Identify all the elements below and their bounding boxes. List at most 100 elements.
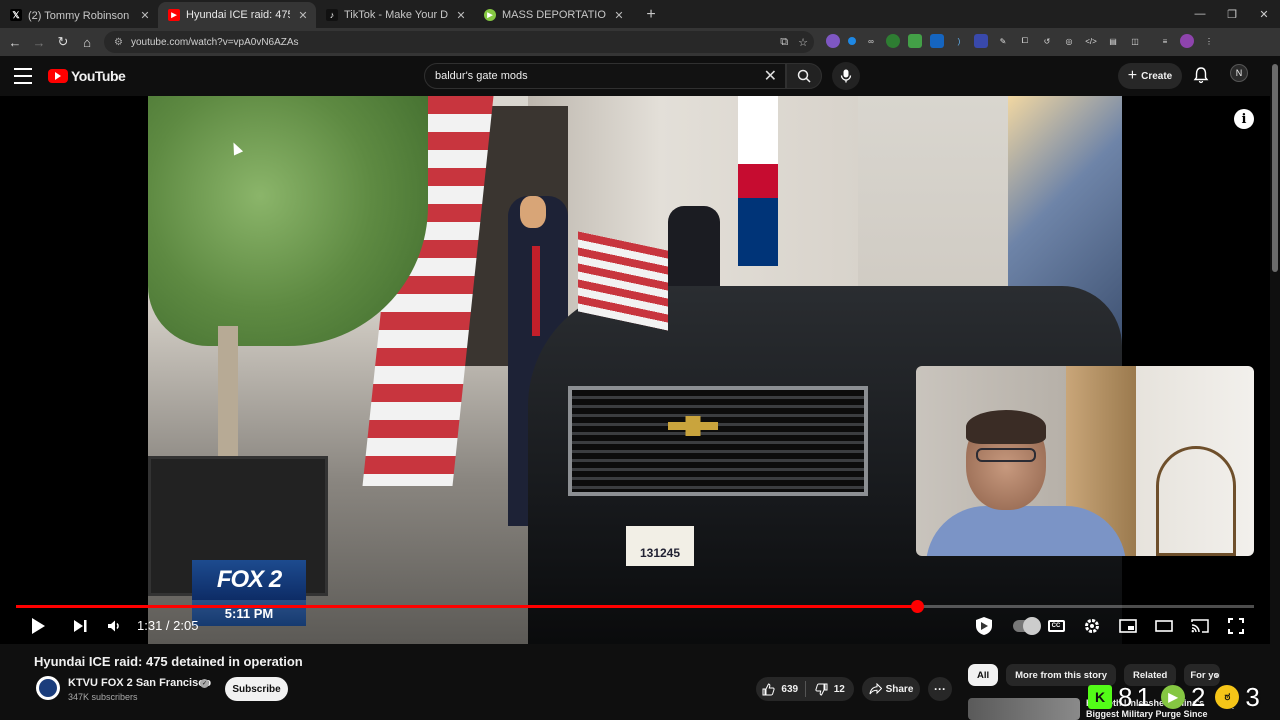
next-icon [74,620,87,632]
player-controls: 1:31 / 2:05 CC [0,610,1270,644]
new-tab-button[interactable]: + [640,4,662,26]
info-icon[interactable]: i [1234,109,1254,129]
extension-icon[interactable] [886,34,900,48]
extension-icon[interactable] [930,34,944,48]
menu-dots-icon[interactable]: ⋮ [1202,34,1216,48]
progress-fill [16,605,918,608]
minimize-icon[interactable]: — [1184,0,1216,28]
reading-list-icon[interactable]: ▤ [1106,34,1120,48]
duration: 2:05 [173,618,199,633]
video-license-plate: 131245 [626,526,694,566]
close-window-icon[interactable]: ✕ [1248,0,1280,28]
theater-mode-button[interactable] [1152,614,1176,638]
volume-button[interactable] [102,614,126,638]
tab-title: TikTok - Make Your Day [344,9,448,21]
captions-button[interactable]: CC [1044,614,1068,638]
extension-icon[interactable] [848,37,856,45]
extension-icon[interactable]: ) [952,34,966,48]
browser-tab-bar: 𝕏 (2) Tommy Robinson 🇬🇧 (@TRobinsonNewEr… [0,0,1280,28]
settings-button[interactable] [1080,614,1104,638]
maximize-icon[interactable]: ❐ [1216,0,1248,28]
like-button[interactable]: 639 [756,677,805,701]
x-logo-icon: 𝕏 [10,9,22,21]
notifications-bell-icon[interactable] [1192,66,1210,84]
tab-youtube[interactable]: ▶ Hyundai ICE raid: 475 detained ✕ [158,2,316,28]
close-tab-icon[interactable]: ✕ [454,9,468,22]
clear-search-icon[interactable]: ✕ [764,66,777,86]
scrollbar-thumb[interactable] [1272,64,1278,272]
extension-icon[interactable] [974,34,988,48]
channel-avatar[interactable] [36,676,60,700]
reload-icon[interactable]: ↻ [51,30,75,54]
tab-x[interactable]: 𝕏 (2) Tommy Robinson 🇬🇧 (@TRobinsonNewEr… [0,2,158,28]
dislike-count: 12 [833,683,845,695]
like-count: 639 [781,683,799,695]
url-text: youtube.com/watch?v=vpA0vN6AZAs [130,36,299,48]
menu-icon[interactable] [14,68,32,84]
autoplay-toggle[interactable] [1013,614,1041,638]
address-bar[interactable]: ⚙ youtube.com/watch?v=vpA0vN6AZAs ⧉ ☆ [104,31,814,53]
tab-tiktok[interactable]: ♪ TikTok - Make Your Day ✕ [316,2,474,28]
profile-avatar[interactable] [1180,34,1194,48]
puzzle-icon[interactable]: ⧠ [1018,34,1032,48]
dislike-button[interactable]: 12 [806,677,855,701]
more-dots-icon: ··· [934,682,946,696]
side-panel-icon[interactable]: ◫ [1128,34,1142,48]
sponsorblock-button[interactable] [972,614,996,638]
extension-icon[interactable] [826,34,840,48]
voice-search-button[interactable] [832,62,860,90]
search-input[interactable]: baldur's gate mods ✕ [424,63,786,89]
youtube-masthead: YouTube baldur's gate mods ✕ + Create N [0,56,1280,96]
history-icon[interactable]: ↺ [1040,34,1054,48]
media-icon[interactable]: ≡ [1158,34,1172,48]
miniplayer-button[interactable] [1116,614,1140,638]
code-icon[interactable]: </> [1084,34,1098,48]
extension-icon[interactable] [908,34,922,48]
play-button[interactable] [26,614,50,638]
next-button[interactable] [68,614,92,638]
forward-arrow-icon[interactable]: → [27,30,51,54]
progress-bar[interactable] [16,600,1254,613]
fox2-logo: FOX 2 [192,560,306,600]
close-tab-icon[interactable]: ✕ [296,9,310,22]
youtube-logo[interactable]: YouTube [48,68,126,84]
share-label: Share [885,683,914,695]
install-app-icon[interactable]: ⧉ [780,36,788,49]
extension-icon[interactable]: ∞ [864,34,878,48]
close-tab-icon[interactable]: ✕ [138,9,152,22]
home-icon[interactable]: ⌂ [75,30,99,54]
more-actions-button[interactable]: ··· [928,677,952,701]
youtube-play-icon [48,69,68,83]
tab-rumble[interactable]: ▶ MASS DEPORTATIONS CANCELED ✕ [474,2,632,28]
cast-button[interactable] [1188,614,1212,638]
fullscreen-button[interactable] [1224,614,1248,638]
account-avatar[interactable]: N [1230,64,1248,82]
extension-icon[interactable]: ◎ [1062,34,1076,48]
video-player[interactable]: 131245 FOX 2 5:11 PM i 1:31 / 2:05 CC [0,96,1270,644]
webcam-chair [1156,446,1236,556]
kick-count: 8 [1118,681,1133,712]
search-button[interactable] [786,63,822,89]
extension-icon[interactable]: ✎ [996,34,1010,48]
subscribe-button[interactable]: Subscribe [225,677,288,701]
viewer-face-icon: ಠ [1215,685,1240,709]
related-video-thumbnail[interactable] [968,698,1080,720]
video-title: Hyundai ICE raid: 475 detained in operat… [34,654,303,669]
channel-name[interactable]: KTVU FOX 2 San Francisco [68,677,211,689]
create-button[interactable]: + Create [1118,63,1182,89]
bookmark-star-icon[interactable]: ☆ [798,36,808,49]
rumble-count: 2 [1190,681,1206,712]
window-controls: — ❐ ✕ [1184,0,1280,28]
tiktok-icon: ♪ [326,9,338,21]
back-arrow-icon[interactable]: ← [3,30,27,54]
site-info-icon[interactable]: ⚙ [114,37,123,48]
close-tab-icon[interactable]: ✕ [612,9,626,22]
rumble-icon: ▶ [484,9,496,21]
webcam-person-hair [966,410,1046,444]
stream-stats-overlay: K 8 1 ▶ 2 ಠ 3 [1088,680,1264,714]
share-button[interactable]: Share [862,677,920,701]
page-scrollbar[interactable] [1270,56,1280,720]
autoplay-switch-icon [1013,617,1041,635]
thumbs-down-icon [815,683,828,696]
chip-all[interactable]: All [968,664,999,686]
